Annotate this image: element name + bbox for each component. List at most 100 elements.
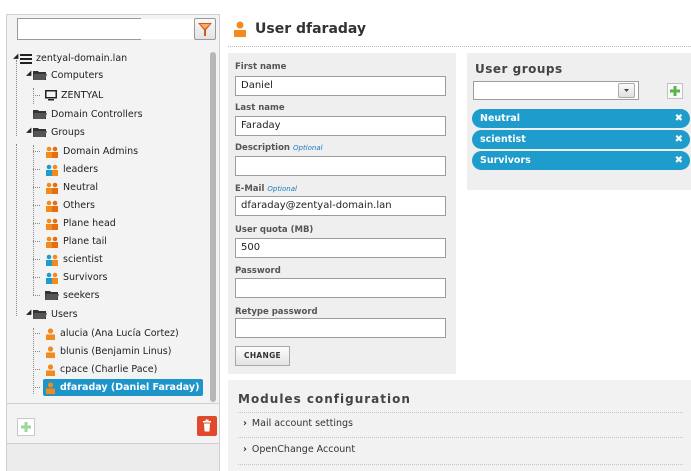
remove-icon[interactable]: ✖ — [675, 130, 683, 149]
tree-node-domain-controllers[interactable]: Domain Controllers — [33, 106, 143, 123]
tree-node-group[interactable]: Plane tail — [45, 233, 107, 250]
tree-node-label: zentyal-domain.lan — [36, 53, 128, 64]
security-group-icon — [46, 146, 58, 158]
tree-node-group[interactable]: Domain Admins — [45, 143, 138, 160]
user-icon — [46, 327, 55, 340]
tree-node-computers[interactable]: Computers — [33, 67, 103, 84]
collapse-toggle-icon[interactable]: ◢ — [26, 70, 32, 77]
tree-node-label: Users — [51, 309, 78, 320]
tree-node-computer-zentyal[interactable]: ZENTYAL — [45, 87, 103, 104]
group-chip: Survivors ✖ — [472, 151, 690, 170]
tree-node-groups[interactable]: Groups — [33, 124, 85, 141]
change-button[interactable]: CHANGE — [235, 346, 290, 366]
tree-node-group[interactable]: leaders — [45, 161, 98, 178]
add-group-button[interactable] — [667, 83, 683, 99]
tree-node-label: Domain Admins — [63, 146, 139, 157]
filter-icon — [198, 23, 212, 36]
retype-password-label: Retype password — [235, 307, 318, 317]
tree-node-label: scientist — [63, 254, 103, 265]
openchange-account-item[interactable]: › OpenChange Account — [243, 444, 355, 455]
left-footer — [7, 443, 219, 471]
user-icon — [46, 345, 55, 358]
tree-node-users[interactable]: Users — [33, 306, 78, 323]
domain-tree: ◢ zentyal-domain.lan ◢ Computers ZENTYAL… — [11, 48, 211, 406]
tree-node-label: Computers — [51, 70, 104, 81]
remove-icon[interactable]: ✖ — [675, 151, 683, 170]
tree-node-label: Plane tail — [63, 236, 107, 247]
search-input[interactable] — [18, 19, 195, 39]
module-label: OpenChange Account — [251, 444, 356, 455]
security-group-icon — [46, 200, 58, 212]
tree-node-group-folder[interactable]: seekers — [45, 287, 100, 304]
divider — [238, 437, 683, 438]
password-label: Password — [235, 266, 281, 276]
chevron-down-icon — [624, 89, 629, 92]
security-group-icon — [46, 236, 58, 248]
tree-node-label: seekers — [63, 290, 100, 301]
tree-node-label: Others — [63, 200, 95, 211]
tree-node-label: Plane head — [63, 218, 116, 229]
tree-node-label: ZENTYAL — [61, 90, 104, 101]
tree-node-label: dfaraday (Daniel Faraday) — [60, 382, 200, 393]
divider — [238, 464, 683, 465]
optional-hint: Optional — [267, 185, 297, 193]
user-icon — [234, 21, 246, 37]
security-group-icon — [46, 218, 58, 230]
description-field[interactable] — [235, 156, 446, 176]
add-node-button[interactable] — [17, 418, 35, 436]
plus-icon — [21, 422, 31, 432]
quota-label: User quota (MB) — [235, 225, 314, 235]
delete-node-button[interactable] — [197, 416, 217, 436]
email-field[interactable]: dfaraday@zentyal-domain.lan — [235, 196, 446, 216]
user-icon — [46, 363, 55, 376]
tree-actions — [7, 403, 219, 443]
tree-node-user[interactable]: alucia (Ana Lucía Cortez) — [45, 325, 179, 342]
tree-node-group[interactable]: Plane head — [45, 215, 116, 232]
email-label-text: E-Mail — [235, 184, 265, 194]
distribution-group-icon — [46, 254, 58, 266]
tree-node-group[interactable]: scientist — [45, 251, 103, 268]
tree-scrollbar[interactable] — [210, 52, 216, 402]
chevron-right-icon: › — [243, 444, 247, 455]
first-name-label: First name — [235, 62, 287, 72]
user-form: First name Daniel Last name Faraday Desc… — [228, 53, 456, 374]
collapse-toggle-icon[interactable]: ◢ — [13, 53, 19, 60]
tree-node-domain[interactable]: zentyal-domain.lan — [20, 50, 127, 67]
tree-node-group[interactable]: Others — [45, 197, 95, 214]
quota-field[interactable]: 500 — [235, 238, 446, 258]
last-name-label: Last name — [235, 103, 285, 113]
dropdown-button[interactable] — [618, 83, 635, 98]
last-name-field[interactable]: Faraday — [235, 116, 446, 136]
description-label-text: Description — [235, 143, 290, 153]
filter-button[interactable] — [194, 18, 216, 40]
tree-node-user[interactable]: blunis (Benjamin Linus) — [45, 343, 171, 360]
navigation-panel: ◢ zentyal-domain.lan ◢ Computers ZENTYAL… — [6, 14, 220, 471]
tree-node-user-selected[interactable]: dfaraday (Daniel Faraday) — [43, 379, 204, 396]
page-header: User dfaraday — [228, 14, 691, 44]
group-chip: scientist ✖ — [472, 130, 690, 149]
tree-node-group[interactable]: Neutral — [45, 179, 98, 196]
tree-node-user[interactable]: cpace (Charlie Pace) — [45, 361, 157, 378]
page-title: User dfaraday — [255, 21, 367, 37]
tree-node-group[interactable]: Survivors — [45, 269, 108, 286]
first-name-field[interactable]: Daniel — [235, 76, 446, 96]
group-select[interactable] — [473, 81, 639, 100]
retype-password-field[interactable] — [235, 318, 446, 338]
password-field[interactable] — [235, 278, 446, 298]
remove-icon[interactable]: ✖ — [675, 109, 683, 128]
collapse-toggle-icon[interactable]: ◢ — [26, 127, 32, 134]
collapse-toggle-icon[interactable]: ◢ — [26, 309, 32, 316]
trash-icon — [203, 419, 211, 432]
computer-icon — [45, 90, 57, 101]
distribution-group-icon — [46, 272, 58, 284]
group-chip: Neutral ✖ — [472, 109, 690, 128]
search-box — [17, 18, 218, 40]
modules-title: Modules configuration — [238, 392, 411, 406]
tree-node-label: Groups — [51, 127, 85, 138]
divider — [228, 46, 691, 47]
tree-node-label: Neutral — [63, 182, 99, 193]
mail-account-settings-item[interactable]: › Mail account settings — [243, 418, 353, 429]
folder-icon — [33, 71, 47, 80]
group-chip-label: scientist — [480, 134, 526, 145]
module-label: Mail account settings — [251, 418, 353, 429]
